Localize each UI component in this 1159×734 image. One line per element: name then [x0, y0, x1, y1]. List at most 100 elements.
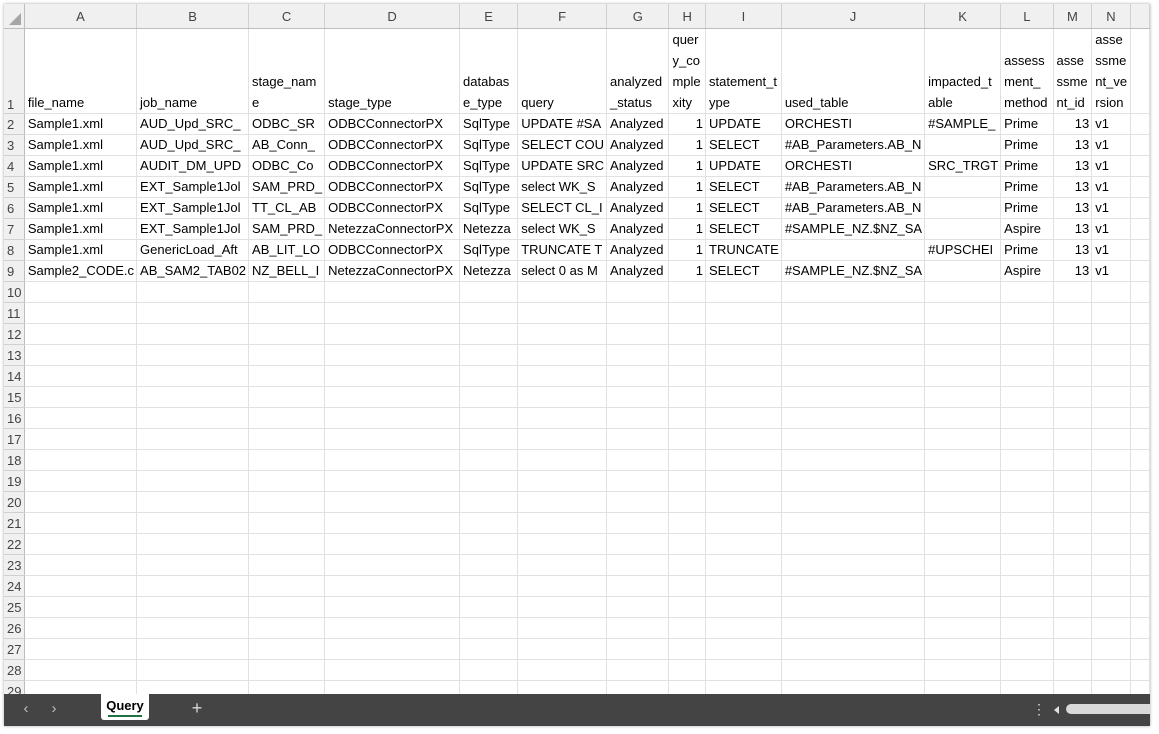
row-header[interactable]: 2 [4, 113, 25, 135]
cell[interactable] [781, 554, 926, 576]
cell[interactable] [1000, 680, 1054, 694]
cell[interactable] [24, 281, 138, 303]
cell[interactable]: SqlType [459, 113, 519, 135]
cell[interactable] [324, 596, 461, 618]
cell[interactable]: GenericLoad_Aft [136, 239, 250, 261]
cell[interactable] [781, 638, 926, 660]
cell[interactable] [668, 386, 707, 408]
cell[interactable] [324, 407, 461, 429]
cell[interactable] [606, 281, 670, 303]
cell[interactable] [24, 449, 138, 471]
cell[interactable] [1000, 470, 1054, 492]
cell[interactable] [924, 281, 1002, 303]
cell[interactable] [1091, 281, 1131, 303]
cell[interactable] [924, 407, 1002, 429]
cell[interactable]: ODBCConnectorPX [324, 197, 461, 219]
cell[interactable] [924, 365, 1002, 387]
cell[interactable]: Prime [1000, 113, 1054, 135]
cell[interactable] [1053, 533, 1093, 555]
row-header[interactable]: 15 [4, 386, 25, 408]
cell[interactable] [1130, 617, 1150, 639]
cell[interactable] [517, 575, 608, 597]
cell[interactable] [781, 449, 926, 471]
cell[interactable] [1130, 554, 1150, 576]
cell[interactable] [248, 659, 326, 681]
cell[interactable]: Netezza [459, 260, 519, 282]
cell[interactable]: SqlType [459, 176, 519, 198]
prev-sheet-icon[interactable]: ‹ [16, 700, 36, 717]
cell[interactable]: 1 [668, 134, 707, 156]
cell[interactable] [459, 428, 519, 450]
cell[interactable] [606, 638, 670, 660]
add-sheet-icon[interactable]: + [187, 698, 207, 719]
cell[interactable] [705, 659, 782, 681]
cell[interactable] [606, 386, 670, 408]
cell[interactable] [1053, 428, 1093, 450]
row-header[interactable]: 6 [4, 197, 25, 219]
cell[interactable] [459, 365, 519, 387]
column-header-d[interactable]: D [324, 4, 461, 29]
cell[interactable] [1000, 344, 1054, 366]
cell[interactable] [781, 386, 926, 408]
cell[interactable] [1130, 260, 1150, 282]
cell[interactable] [24, 365, 138, 387]
cell[interactable] [517, 449, 608, 471]
cell[interactable] [924, 323, 1002, 345]
cell[interactable] [517, 680, 608, 694]
cell[interactable] [517, 617, 608, 639]
cell[interactable] [1053, 470, 1093, 492]
cell[interactable]: 1 [668, 155, 707, 177]
cell[interactable]: select WK_S [517, 218, 608, 240]
cell[interactable] [1091, 449, 1131, 471]
cell[interactable] [924, 533, 1002, 555]
cell[interactable]: EXT_Sample1Jol [136, 176, 250, 198]
cell[interactable] [668, 344, 707, 366]
cell[interactable] [1130, 638, 1150, 660]
cell[interactable] [248, 470, 326, 492]
sheet-tab-query[interactable]: Query [101, 694, 149, 720]
cell[interactable]: Sample1.xml [24, 218, 138, 240]
column-header-b[interactable]: B [136, 4, 250, 29]
cell[interactable] [1053, 407, 1093, 429]
cell[interactable] [1130, 176, 1150, 198]
cell[interactable]: ORCHESTI [781, 113, 926, 135]
cell[interactable]: 1 [668, 197, 707, 219]
cell[interactable] [248, 407, 326, 429]
cell[interactable] [459, 638, 519, 660]
cell[interactable]: Analyzed [606, 113, 670, 135]
row-header[interactable]: 12 [4, 323, 25, 345]
cell[interactable] [606, 344, 670, 366]
cell[interactable]: assessment_id [1053, 28, 1093, 114]
cell[interactable] [1000, 596, 1054, 618]
cell[interactable]: UPDATE SRC [517, 155, 608, 177]
cell[interactable]: SELECT [705, 134, 782, 156]
cell[interactable] [668, 323, 707, 345]
cell[interactable] [248, 323, 326, 345]
cell[interactable] [248, 512, 326, 534]
cell[interactable] [1130, 386, 1150, 408]
cell[interactable] [606, 491, 670, 513]
cell[interactable] [668, 428, 707, 450]
column-header-h[interactable]: H [668, 4, 707, 29]
cell[interactable] [136, 680, 250, 694]
cell[interactable] [1091, 470, 1131, 492]
cell[interactable] [324, 365, 461, 387]
cell[interactable]: v1 [1091, 113, 1131, 135]
cell[interactable] [324, 533, 461, 555]
cell[interactable] [517, 638, 608, 660]
cell[interactable]: v1 [1091, 197, 1131, 219]
cell[interactable]: Sample2_CODE.c [24, 260, 138, 282]
cell[interactable] [517, 554, 608, 576]
cell[interactable] [1130, 596, 1150, 618]
cell[interactable] [705, 428, 782, 450]
column-header-k[interactable]: K [924, 4, 1002, 29]
cell[interactable] [1000, 617, 1054, 639]
cell[interactable] [781, 365, 926, 387]
cell[interactable]: Prime [1000, 239, 1054, 261]
cell[interactable] [781, 617, 926, 639]
cell[interactable]: Prime [1000, 176, 1054, 198]
row-header[interactable]: 28 [4, 659, 25, 681]
column-header-l[interactable]: L [1000, 4, 1054, 29]
cell[interactable] [248, 617, 326, 639]
cell[interactable] [668, 554, 707, 576]
